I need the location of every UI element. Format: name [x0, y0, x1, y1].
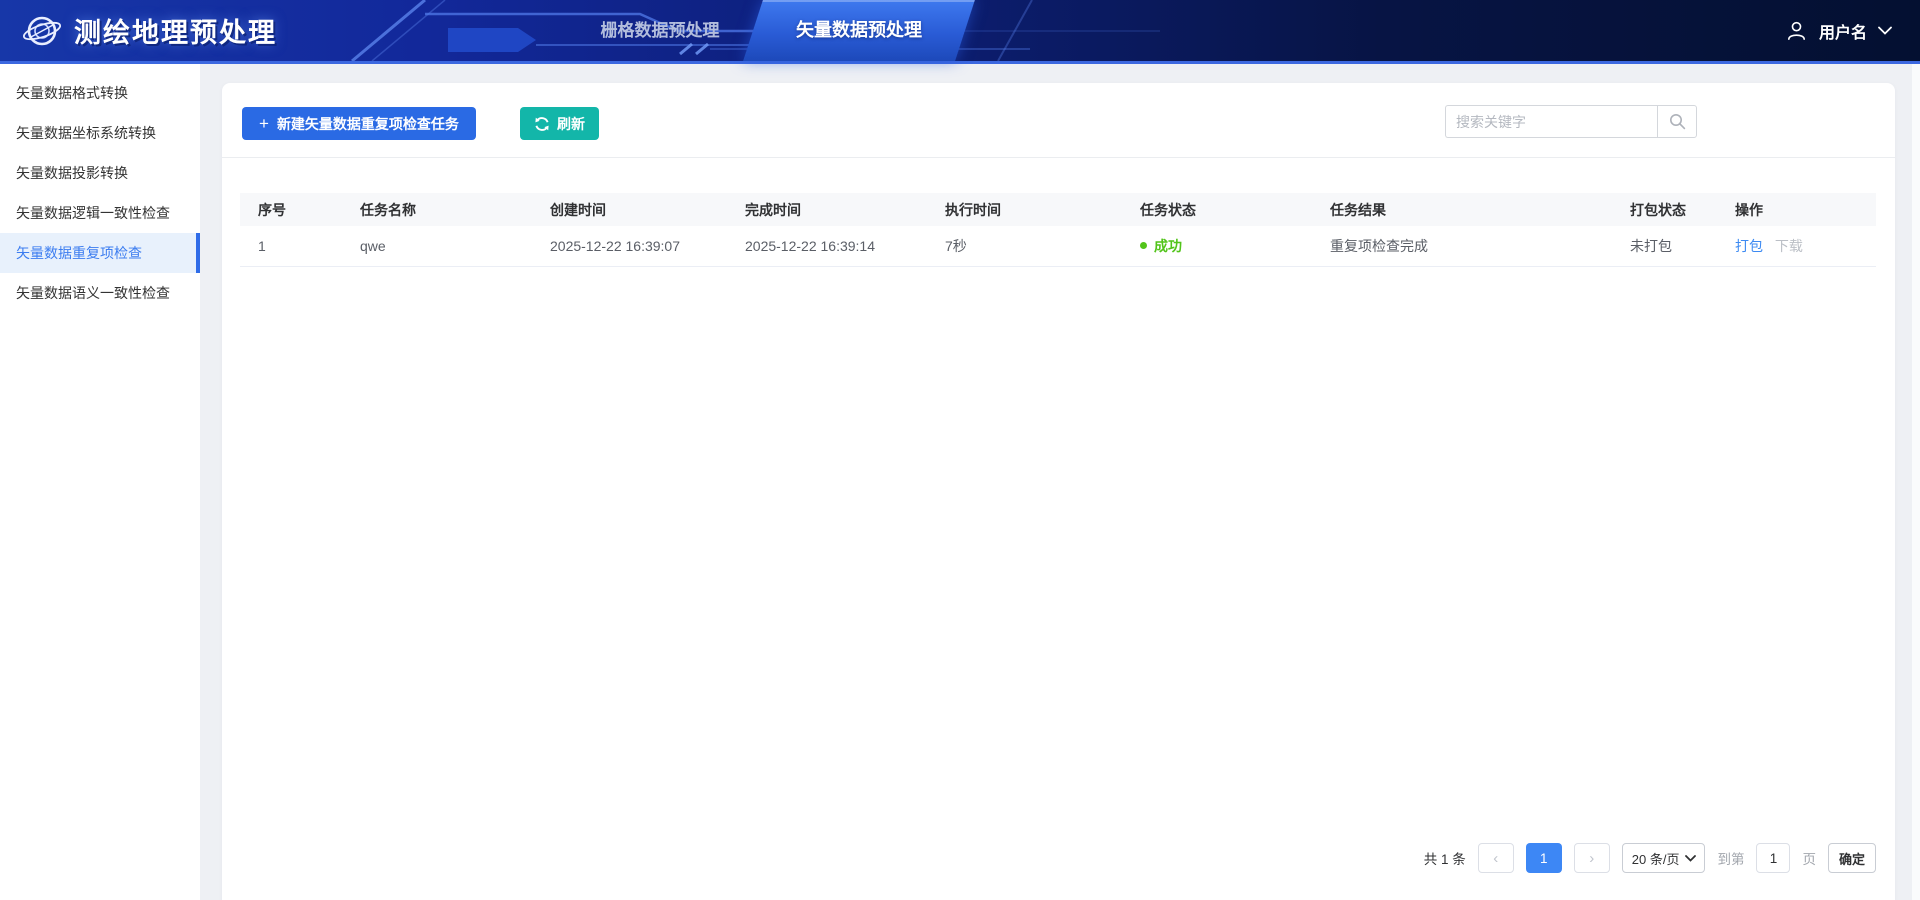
pack-link[interactable]: 打包	[1735, 238, 1763, 254]
search-button[interactable]	[1657, 105, 1697, 138]
user-area[interactable]: 用户名	[1785, 0, 1892, 61]
search-icon	[1669, 113, 1686, 130]
cell-task-result: 重复项检查完成	[1325, 226, 1625, 266]
current-page-button[interactable]: 1	[1526, 843, 1562, 873]
col-pack-status: 打包状态	[1625, 193, 1730, 226]
sidebar-item-duplicate-check[interactable]: 矢量数据重复项检查	[0, 233, 200, 273]
cell-actions: 打包 下载	[1730, 226, 1876, 266]
cell-pack-status: 未打包	[1625, 226, 1730, 266]
cell-finished-time: 2025-12-22 16:39:14	[740, 226, 940, 266]
logo-wrap: 测绘地理预处理	[22, 0, 277, 61]
task-table: 序号 任务名称 创建时间 完成时间 执行时间 任务状态 任务结果 打包状态 操作…	[240, 193, 1876, 267]
scrollbar-track[interactable]	[1912, 64, 1920, 900]
cell-exec-time: 7秒	[940, 226, 1135, 266]
refresh-icon	[534, 116, 550, 132]
chevron-right-icon: ›	[1589, 850, 1594, 867]
download-link: 下载	[1775, 238, 1803, 254]
sidebar-item-semantic-consistency-check[interactable]: 矢量数据语义一致性检查	[0, 273, 200, 313]
next-page-button[interactable]: ›	[1574, 843, 1610, 873]
prev-page-button[interactable]: ‹	[1478, 843, 1514, 873]
chevron-down-icon[interactable]	[1878, 26, 1892, 35]
tab-raster-preprocess[interactable]: 栅格数据预处理	[560, 0, 760, 61]
plus-icon: +	[259, 115, 269, 132]
col-task-name: 任务名称	[355, 193, 545, 226]
user-name[interactable]: 用户名	[1819, 19, 1867, 43]
goto-prefix-label: 到第	[1717, 848, 1744, 868]
search-input[interactable]	[1445, 105, 1657, 138]
cell-created-time: 2025-12-22 16:39:07	[545, 226, 740, 266]
user-icon	[1785, 19, 1808, 42]
pagination-total: 共 1 条	[1424, 848, 1466, 868]
app-title: 测绘地理预处理	[74, 11, 277, 50]
table-header-row: 序号 任务名称 创建时间 完成时间 执行时间 任务状态 任务结果 打包状态 操作	[240, 193, 1876, 226]
pagination-bar: 共 1 条 ‹ 1 › 20 条/页 到第 页 确定	[1424, 843, 1876, 873]
tab-vector-preprocess[interactable]: 矢量数据预处理	[753, 0, 965, 61]
chevron-left-icon: ‹	[1493, 850, 1498, 867]
col-task-result: 任务结果	[1325, 193, 1625, 226]
cell-task-status: 成功	[1135, 226, 1325, 266]
sidebar-item-coord-system-convert[interactable]: 矢量数据坐标系统转换	[0, 113, 200, 153]
sidebar-item-logic-consistency-check[interactable]: 矢量数据逻辑一致性检查	[0, 193, 200, 233]
col-task-status: 任务状态	[1135, 193, 1325, 226]
new-task-button[interactable]: + 新建矢量数据重复项检查任务	[242, 107, 476, 140]
content-panel: + 新建矢量数据重复项检查任务 刷新 序号 任	[222, 83, 1895, 900]
app-logo-icon	[22, 11, 62, 51]
col-exec-time: 执行时间	[940, 193, 1135, 226]
sidebar-item-projection-convert[interactable]: 矢量数据投影转换	[0, 153, 200, 193]
search-group	[1445, 105, 1697, 138]
cell-task-name: qwe	[355, 226, 545, 266]
table-row: 1 qwe 2025-12-22 16:39:07 2025-12-22 16:…	[240, 226, 1876, 266]
select-chevron-down-icon	[1685, 855, 1696, 862]
goto-confirm-button[interactable]: 确定	[1828, 843, 1876, 873]
toolbar-divider	[222, 157, 1895, 158]
status-dot-icon	[1140, 242, 1147, 249]
page-size-value: 20 条/页	[1632, 849, 1680, 868]
sidebar-item-format-convert[interactable]: 矢量数据格式转换	[0, 73, 200, 113]
col-created-time: 创建时间	[545, 193, 740, 226]
sidebar: 矢量数据格式转换 矢量数据坐标系统转换 矢量数据投影转换 矢量数据逻辑一致性检查…	[0, 64, 200, 900]
col-finished-time: 完成时间	[740, 193, 940, 226]
col-actions: 操作	[1730, 193, 1876, 226]
col-index: 序号	[240, 193, 355, 226]
page-size-select[interactable]: 20 条/页	[1622, 843, 1706, 873]
refresh-button[interactable]: 刷新	[520, 107, 599, 140]
cell-index: 1	[240, 226, 355, 266]
app-header: 测绘地理预处理 栅格数据预处理 矢量数据预处理 用户名	[0, 0, 1920, 64]
goto-page-input[interactable]	[1756, 843, 1790, 873]
refresh-button-label: 刷新	[557, 114, 585, 134]
status-text: 成功	[1154, 236, 1182, 256]
new-task-button-label: 新建矢量数据重复项检查任务	[277, 114, 459, 134]
goto-suffix-label: 页	[1802, 848, 1816, 868]
